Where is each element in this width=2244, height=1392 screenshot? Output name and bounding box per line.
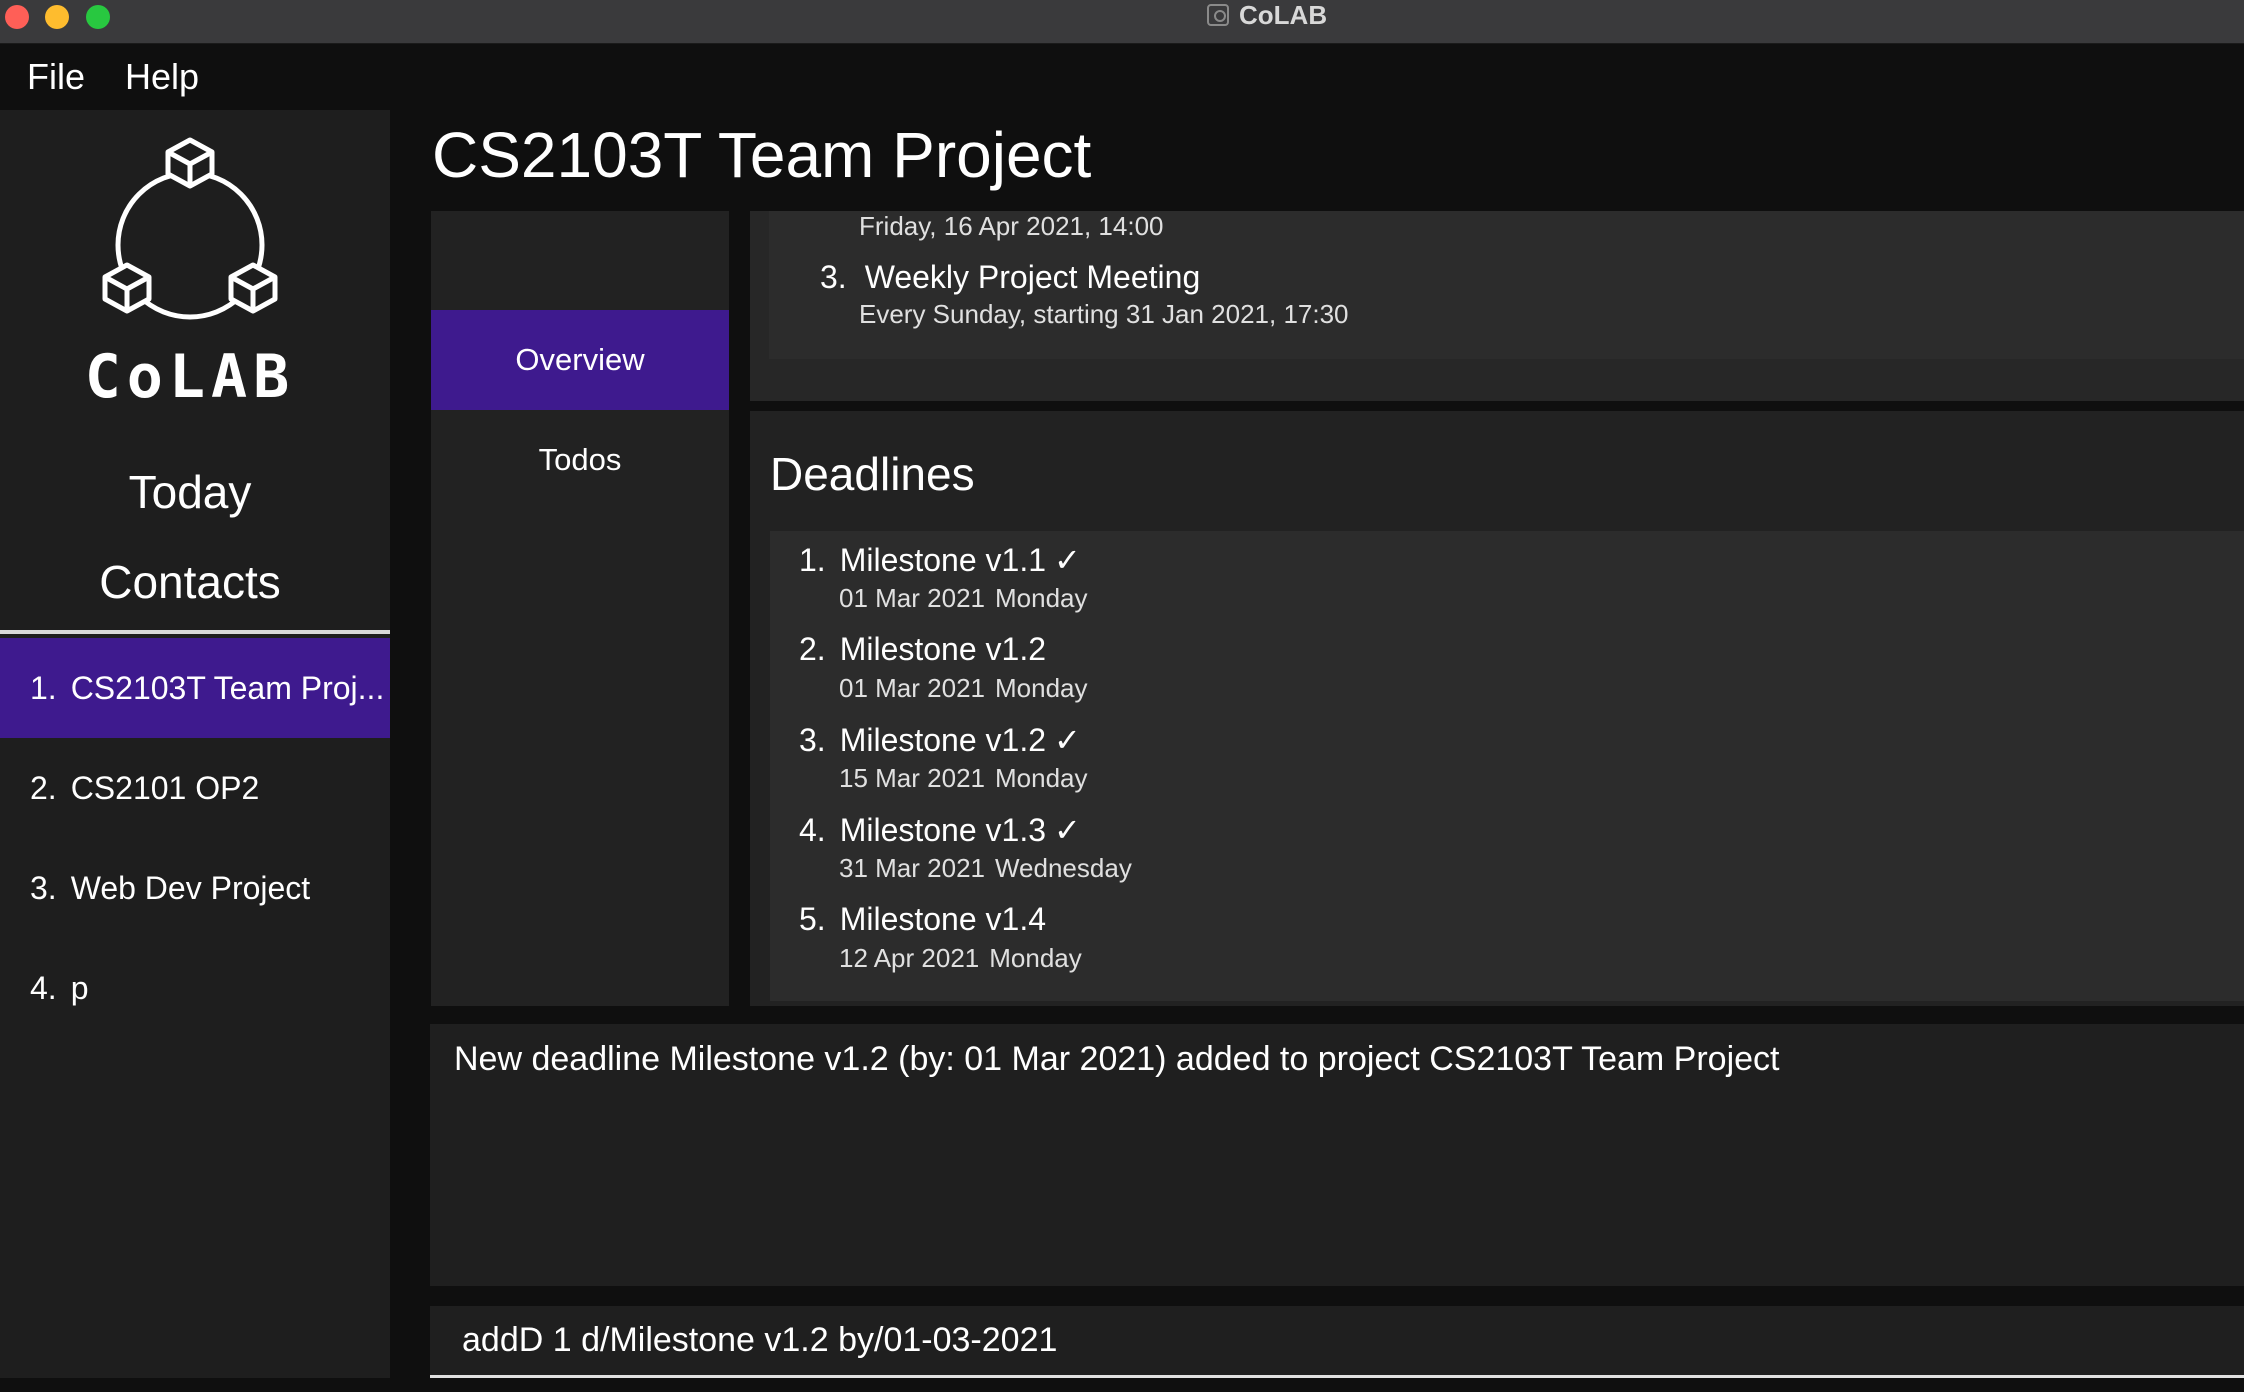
deadline-day: Wednesday: [994, 853, 1132, 883]
deadline-date: 01 Mar 2021: [839, 583, 985, 613]
deadline-day: Monday: [994, 673, 1088, 703]
deadline-item: 1. Milestone v1.1 ✓ 01 Mar 2021 Monday: [770, 531, 2244, 621]
deadline-day: Monday: [989, 943, 1082, 973]
deadline-date: 31 Mar 2021: [839, 853, 985, 883]
project-item-2[interactable]: 2. CS2101 OP2: [0, 738, 390, 838]
logo-wordmark: CoLAB: [84, 342, 296, 412]
project-number: 2.: [30, 769, 57, 806]
event-subtitle: Friday, 16 Apr 2021, 14:00: [859, 211, 1164, 241]
result-display[interactable]: New deadline Milestone v1.2 (by: 01 Mar …: [430, 1024, 2244, 1286]
window-title-group: CoLAB: [1207, 0, 1327, 30]
event-number: 3.: [820, 259, 847, 295]
deadline-number: 5.: [799, 901, 826, 937]
event-title: Weekly Project Meeting: [864, 259, 1201, 295]
tab-overview[interactable]: Overview: [431, 310, 729, 410]
page-title: CS2103T Team Project: [432, 119, 1092, 191]
command-input[interactable]: [462, 1321, 2162, 1360]
project-item-1[interactable]: 1. CS2103T Team Proj...: [0, 638, 390, 738]
sidebar-divider: [0, 630, 390, 634]
project-label: CS2103T Team Proj...: [70, 669, 385, 706]
check-icon: ✓: [1054, 542, 1081, 578]
close-window-button[interactable]: [5, 5, 29, 29]
check-icon: ✓: [1054, 722, 1081, 758]
menu-bar: File Help: [0, 44, 2244, 110]
window-title: CoLAB: [1239, 0, 1328, 30]
deadline-title: Milestone v1.2: [839, 631, 1047, 667]
deadline-item: 3. Milestone v1.2 ✓ 15 Mar 2021 Monday: [770, 711, 2244, 801]
deadline-number: 4.: [799, 812, 826, 848]
deadlines-heading: Deadlines: [770, 448, 975, 500]
project-label: CS2101 OP2: [70, 769, 260, 806]
minimize-window-button[interactable]: [45, 5, 69, 29]
deadline-day: Monday: [994, 763, 1088, 793]
project-label: p: [70, 969, 89, 1006]
sidebar: CoLAB Today Contacts 1. CS2103T Team Pro…: [0, 110, 390, 1378]
project-tabs: Overview Todos: [431, 211, 729, 1006]
event-subtitle: Every Sunday, starting 31 Jan 2021, 17:3…: [859, 299, 1349, 329]
deadlines-panel: Deadlines 1. Milestone v1.1 ✓ 01 Mar 2021 M…: [750, 411, 2244, 1006]
menu-help[interactable]: Help: [125, 56, 199, 98]
app-icon: [1207, 4, 1229, 26]
title-bar: CoLAB: [0, 0, 2244, 44]
deadline-number: 3.: [799, 722, 826, 758]
command-box[interactable]: [430, 1306, 2244, 1378]
deadline-title: Milestone v1.3: [839, 812, 1047, 848]
project-item-4[interactable]: 4. p: [0, 938, 390, 1038]
event-item: 3. Weekly Project Meeting: [820, 259, 1200, 296]
tab-todos[interactable]: Todos: [431, 410, 729, 510]
deadline-day: Monday: [994, 583, 1088, 613]
project-number: 1.: [30, 669, 57, 706]
sidebar-link-contacts[interactable]: Contacts: [0, 555, 380, 609]
events-panel[interactable]: Friday, 16 Apr 2021, 14:00 3. Weekly Proj…: [750, 211, 2244, 401]
deadline-title: Milestone v1.4: [839, 901, 1047, 937]
menu-file[interactable]: File: [27, 56, 85, 98]
check-icon: ✓: [1054, 812, 1081, 848]
project-number: 3.: [30, 869, 57, 906]
result-message: New deadline Milestone v1.2 (by: 01 Mar …: [454, 1040, 1780, 1078]
deadline-date: 01 Mar 2021: [839, 673, 985, 703]
project-item-3[interactable]: 3. Web Dev Project: [0, 838, 390, 938]
deadline-item: 4. Milestone v1.3 ✓ 31 Mar 2021 Wednesday: [770, 801, 2244, 891]
deadline-number: 2.: [799, 631, 826, 667]
project-number: 4.: [30, 969, 57, 1006]
deadline-title: Milestone v1.1: [839, 542, 1047, 578]
deadlines-list[interactable]: 1. Milestone v1.1 ✓ 01 Mar 2021 Monday 2. Mi…: [770, 531, 2244, 1001]
deadline-date: 12 Apr 2021: [839, 943, 980, 973]
deadline-item: 5. Milestone v1.4 12 Apr 2021 Monday: [770, 891, 2244, 981]
deadline-date: 15 Mar 2021: [839, 763, 985, 793]
sidebar-link-today[interactable]: Today: [0, 465, 380, 519]
deadline-item: 2. Milestone v1.2 01 Mar 2021 Monday: [770, 621, 2244, 711]
deadline-number: 1.: [799, 542, 826, 578]
deadline-title: Milestone v1.2: [839, 722, 1047, 758]
maximize-window-button[interactable]: [86, 5, 110, 29]
events-list: Friday, 16 Apr 2021, 14:00 3. Weekly Proj…: [769, 211, 2244, 359]
project-label: Web Dev Project: [70, 869, 311, 906]
colab-logo-icon: [102, 137, 278, 320]
